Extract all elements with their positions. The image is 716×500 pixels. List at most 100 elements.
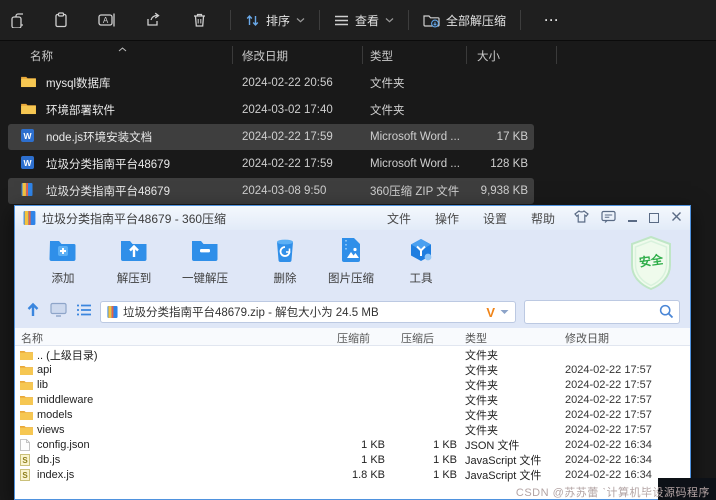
one-key-folder-icon [191, 237, 219, 263]
column-header-name[interactable]: 名称 [30, 48, 53, 64]
entry-name: views [37, 424, 65, 436]
column-header-name[interactable]: 名称 [21, 330, 43, 346]
feedback-icon[interactable] [601, 210, 616, 226]
up-level-icon[interactable] [25, 302, 41, 323]
entry-date: 2024-02-22 17:57 [565, 364, 652, 376]
add-label: 添加 [33, 270, 93, 286]
js-file-icon: S [20, 469, 30, 481]
column-divider[interactable] [556, 46, 557, 64]
list-item[interactable]: views 文件夹 2024-02-22 17:57 [15, 422, 690, 437]
rename-icon[interactable]: A [84, 5, 130, 35]
menu-bar: 文件 操作 设置 帮助 [387, 206, 555, 230]
file-size: 128 KB [436, 158, 528, 170]
entry-type: 文件夹 [465, 422, 498, 438]
entry-name: .. (上级目录) [37, 347, 98, 363]
one-key-extract-button[interactable]: 一键解压 [175, 237, 235, 286]
window-title-bar[interactable]: 垃圾分类指南平台48679 - 360压缩 文件 操作 设置 帮助 [15, 206, 690, 230]
menu-file[interactable]: 文件 [387, 210, 411, 227]
extract-all-button[interactable]: 全部解压缩 [417, 5, 512, 35]
svg-text:W: W [23, 131, 32, 141]
zip-file-icon [21, 183, 33, 199]
delete-button[interactable]: 删除 [255, 237, 315, 286]
zip-file-icon [107, 306, 118, 318]
search-input[interactable] [524, 300, 680, 324]
column-header-date[interactable]: 修改日期 [242, 48, 288, 64]
chevron-down-icon[interactable] [500, 306, 509, 318]
more-icon: ··· [545, 13, 560, 27]
column-header-type[interactable]: 类型 [370, 48, 393, 64]
menu-help[interactable]: 帮助 [531, 210, 555, 227]
entry-type: 文件夹 [465, 392, 498, 408]
file-date: 2024-02-22 17:59 [242, 131, 333, 143]
close-icon[interactable] [671, 211, 682, 225]
entry-name: config.json [37, 439, 90, 451]
svg-text:A: A [103, 16, 109, 25]
sort-button[interactable]: 排序 [239, 5, 311, 35]
table-row[interactable]: 环境部署软件 2024-03-02 17:40 文件夹 [8, 97, 534, 123]
list-item[interactable]: lib 文件夹 2024-02-22 17:57 [15, 377, 690, 392]
file-name: 环境部署软件 [46, 102, 115, 118]
paste-icon[interactable] [38, 5, 84, 35]
file-size: 17 KB [436, 131, 528, 143]
entry-name: api [37, 364, 52, 376]
copy-icon[interactable] [0, 5, 38, 35]
list-item[interactable]: .. (上级目录) 文件夹 [15, 347, 690, 362]
column-header-after[interactable]: 压缩后 [401, 330, 434, 346]
entry-date: 2024-02-22 17:57 [565, 379, 652, 391]
list-item[interactable]: S index.js 1.8 KB 1 KB JavaScript 文件 202… [15, 467, 690, 482]
menu-settings[interactable]: 设置 [483, 210, 507, 227]
skin-icon[interactable] [574, 210, 589, 226]
image-compress-label: 图片压缩 [321, 270, 381, 286]
entry-date: 2024-02-22 16:34 [565, 439, 652, 451]
size-after: 1 KB [389, 454, 457, 466]
column-divider[interactable] [466, 46, 467, 64]
extract-to-button[interactable]: 解压到 [104, 237, 164, 286]
delete-icon[interactable] [176, 5, 222, 35]
json-file-icon [20, 439, 30, 451]
v-level-icon: V [486, 305, 495, 320]
maximize-icon[interactable] [649, 213, 659, 223]
column-header-size[interactable]: 大小 [477, 48, 500, 64]
svg-text:S: S [22, 471, 28, 480]
column-header-type[interactable]: 类型 [465, 330, 487, 346]
image-compress-button[interactable]: 图片压缩 [321, 237, 381, 286]
view-mode-icon[interactable] [50, 302, 67, 322]
address-input[interactable]: 垃圾分类指南平台48679.zip - 解包大小为 24.5 MB V [100, 301, 516, 323]
list-item[interactable]: S db.js 1 KB 1 KB JavaScript 文件 2024-02-… [15, 452, 690, 467]
entry-type: JavaScript 文件 [465, 452, 541, 468]
extract-folder-icon [423, 13, 440, 28]
add-button[interactable]: 添加 [33, 237, 93, 286]
table-row[interactable]: mysql数据库 2024-02-22 20:56 文件夹 [8, 70, 534, 96]
table-row[interactable]: 垃圾分类指南平台48679 2024-03-08 9:50 360压缩 ZIP … [8, 178, 534, 204]
list-item[interactable]: api 文件夹 2024-02-22 17:57 [15, 362, 690, 377]
delete-label: 删除 [255, 270, 315, 286]
minimize-icon[interactable] [628, 220, 637, 222]
column-divider[interactable] [232, 46, 233, 64]
size-after: 1 KB [389, 469, 457, 481]
size-before: 1 KB [315, 439, 385, 451]
file-date: 2024-02-22 20:56 [242, 77, 333, 89]
file-name: 垃圾分类指南平台48679 [46, 156, 170, 172]
view-button[interactable]: 查看 [328, 5, 400, 35]
table-row[interactable]: W 垃圾分类指南平台48679 2024-02-22 17:59 Microso… [8, 151, 534, 177]
size-after: 1 KB [389, 439, 457, 451]
menu-action[interactable]: 操作 [435, 210, 459, 227]
table-row[interactable]: W node.js环境安装文档 2024-02-22 17:59 Microso… [8, 124, 534, 150]
share-icon[interactable] [130, 5, 176, 35]
list-view-icon[interactable] [76, 303, 92, 322]
tools-button[interactable]: 工具 [391, 237, 451, 286]
svg-text:W: W [23, 158, 32, 168]
column-divider[interactable] [362, 46, 363, 64]
column-header-date[interactable]: 修改日期 [565, 330, 609, 346]
list-item[interactable]: config.json 1 KB 1 KB JSON 文件 2024-02-22… [15, 437, 690, 452]
watermark-text: CSDN @苏苏蕾 ˋ计算机毕设源码程序 [516, 484, 710, 500]
column-header-before[interactable]: 压缩前 [337, 330, 370, 346]
address-bar-row: 垃圾分类指南平台48679.zip - 解包大小为 24.5 MB V [15, 296, 690, 328]
more-options-button[interactable]: ··· [529, 5, 575, 35]
file-name: node.js环境安装文档 [46, 129, 152, 145]
list-item[interactable]: models 文件夹 2024-02-22 17:57 [15, 407, 690, 422]
list-item[interactable]: middleware 文件夹 2024-02-22 17:57 [15, 392, 690, 407]
folder-icon [20, 394, 33, 405]
folder-icon [20, 409, 33, 420]
trash-icon [273, 237, 297, 263]
